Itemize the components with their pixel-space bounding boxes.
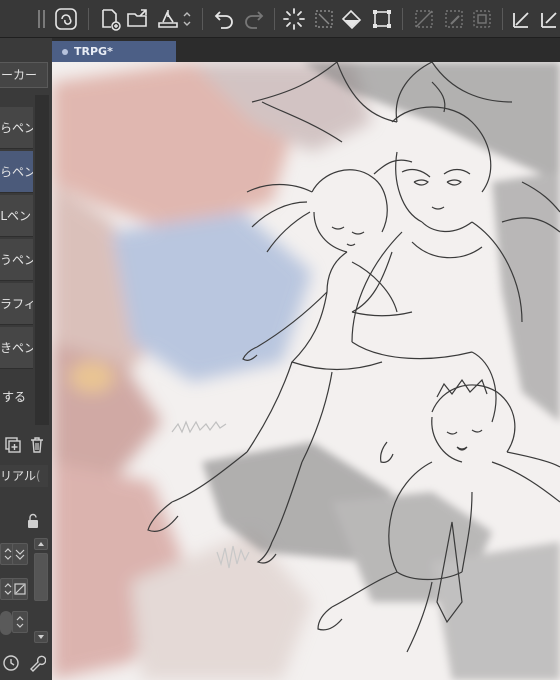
modified-dot-icon: [62, 49, 68, 55]
canvas-tab-bar: TRPG*: [52, 38, 560, 62]
drawing-canvas[interactable]: [52, 62, 560, 680]
scroll-down-icon[interactable]: [34, 631, 48, 643]
lock-icon[interactable]: [26, 513, 40, 529]
sub-tool-item[interactable]: らペン: [0, 107, 33, 149]
ruler-icon[interactable]: [508, 5, 536, 33]
loading-icon[interactable]: [280, 5, 308, 33]
new-file-icon[interactable]: [96, 5, 124, 33]
frame-icon[interactable]: [468, 5, 496, 33]
deselect-icon[interactable]: [310, 5, 338, 33]
canvas-tab[interactable]: TRPG*: [52, 41, 176, 62]
scroll-up-icon[interactable]: [34, 538, 48, 550]
sub-tool-item[interactable]: きペン: [0, 327, 33, 369]
sub-tool-item-selected[interactable]: らペン: [0, 151, 33, 193]
brush-shape-icon[interactable]: [0, 611, 12, 635]
tool-property-tab-extra: (: [35, 469, 41, 483]
snap-icon[interactable]: [536, 5, 560, 33]
clip-studio-window: ーカー らペン らペン Lペン うペン ラフィ きペン する リアル(TRPG…: [0, 0, 560, 680]
no-entry-icon[interactable]: [12, 578, 28, 600]
clear-outside-icon[interactable]: [410, 5, 438, 33]
panel-bottom-tools: [0, 650, 52, 680]
redo-icon[interactable]: [240, 5, 268, 33]
add-sub-tool-icon[interactable]: [4, 436, 22, 454]
command-bar: [0, 0, 560, 38]
tool-property-tab-label: リアル: [0, 469, 36, 483]
artwork: [52, 62, 560, 680]
sub-tool-item[interactable]: ラフィ: [0, 283, 33, 325]
save-menu-chevron-icon[interactable]: [178, 5, 196, 33]
chevron-down-double-icon[interactable]: [12, 543, 28, 565]
reset-tool-icon[interactable]: [2, 654, 20, 672]
edit-selection-icon[interactable]: [440, 5, 468, 33]
sub-tool-item[interactable]: うペン: [0, 239, 33, 281]
sub-tool-item[interactable]: Lペン: [0, 195, 33, 237]
sub-tool-group-title[interactable]: ーカー: [0, 62, 48, 88]
clip-studio-icon[interactable]: [52, 5, 80, 33]
toolbar-grip[interactable]: [38, 10, 46, 28]
sub-tool-panel: ーカー らペン らペン Lペン うペン ラフィ きペン する リアル(: [0, 38, 52, 680]
transform-icon[interactable]: [368, 5, 396, 33]
sub-tool-menu-item[interactable]: する: [0, 376, 33, 418]
wrench-icon[interactable]: [28, 654, 46, 672]
toolbar-divider: [274, 8, 275, 30]
property-scrollbar-thumb[interactable]: [34, 553, 48, 601]
toolbar-divider: [502, 8, 503, 30]
toolbar-divider: [88, 8, 89, 30]
property-spinner[interactable]: [12, 611, 28, 633]
open-file-icon[interactable]: [124, 5, 152, 33]
fill-icon[interactable]: [338, 5, 366, 33]
toolbar-divider: [202, 8, 203, 30]
tool-property-tab[interactable]: リアル(: [0, 465, 48, 487]
canvas-tab-title: TRPG*: [74, 45, 113, 58]
undo-icon[interactable]: [210, 5, 238, 33]
toolbar-divider: [402, 8, 403, 30]
sub-tool-scrollbar[interactable]: [35, 95, 49, 425]
trash-icon[interactable]: [28, 436, 46, 454]
